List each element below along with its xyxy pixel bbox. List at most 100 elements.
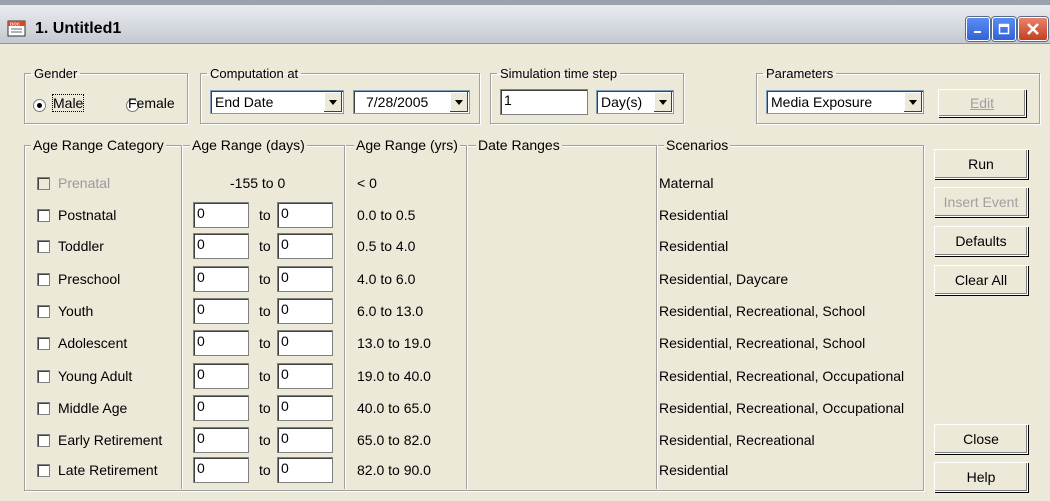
chevron-down-icon[interactable] — [449, 92, 468, 112]
row-checkbox-early-retirement[interactable] — [37, 434, 50, 447]
row-yrs: 19.0 to 40.0 — [357, 368, 431, 384]
edit-label: Edit — [969, 95, 995, 111]
row-yrs: 6.0 to 13.0 — [357, 303, 424, 319]
maximize-button[interactable] — [992, 17, 1016, 41]
minimize-button[interactable] — [966, 17, 990, 41]
computation-date-value: 7/28/2005 — [366, 94, 429, 110]
row-scenarios: Residential, Recreational, School — [659, 303, 866, 319]
row-category-label: Preschool — [58, 271, 121, 287]
row-category-label: Middle Age — [58, 400, 128, 416]
row-checkbox-prenatal[interactable] — [37, 177, 50, 190]
row-to-input[interactable]: 0 — [277, 202, 333, 228]
help-label: Help — [966, 469, 996, 485]
row-to-input[interactable]: 0 — [277, 266, 333, 292]
clear-all-label: Clear All — [954, 272, 1008, 288]
row-to-label: to — [259, 400, 271, 416]
row-scenarios: Residential — [659, 238, 729, 254]
chevron-down-icon[interactable] — [323, 92, 342, 112]
column-divider — [344, 145, 345, 489]
edit-button[interactable]: Edit — [938, 89, 1026, 117]
title-bar[interactable]: DOC 1. Untitled1 — [0, 5, 1050, 44]
row-days-text: -155 to 0 — [230, 175, 286, 191]
close-window-button[interactable] — [1018, 17, 1048, 41]
row-from-input[interactable]: 0 — [193, 427, 249, 453]
row-category-label: Young Adult — [58, 368, 133, 384]
male-radio[interactable] — [33, 99, 46, 113]
row-from-input[interactable]: 0 — [193, 298, 249, 324]
row-to-input[interactable]: 0 — [277, 395, 333, 421]
chevron-down-icon[interactable] — [903, 92, 922, 112]
close-icon — [1027, 23, 1039, 35]
maximize-icon — [998, 23, 1010, 35]
defaults-label: Defaults — [955, 233, 1007, 249]
row-to-label: to — [259, 462, 271, 478]
row-to-label: to — [259, 303, 271, 319]
header-dates: Date Ranges — [476, 137, 562, 153]
row-yrs: 82.0 to 90.0 — [357, 462, 431, 478]
row-scenarios: Residential, Recreational, Occupational — [659, 400, 905, 416]
svg-text:DOC: DOC — [10, 22, 21, 27]
header-yrs: Age Range (yrs) — [354, 137, 460, 153]
female-label[interactable]: Female — [128, 95, 175, 111]
help-button[interactable]: Help — [934, 462, 1028, 492]
row-to-input[interactable]: 0 — [277, 427, 333, 453]
parameters-select[interactable]: Media Exposure — [766, 90, 924, 114]
row-from-input[interactable]: 0 — [193, 266, 249, 292]
parameters-value: Media Exposure — [771, 94, 873, 110]
row-to-label: to — [259, 271, 271, 287]
row-to-input[interactable]: 0 — [277, 330, 333, 356]
row-checkbox-middle-age[interactable] — [37, 402, 50, 415]
row-yrs: 40.0 to 65.0 — [357, 400, 431, 416]
close-button[interactable]: Close — [934, 424, 1028, 454]
gender-legend: Gender — [34, 66, 78, 81]
row-checkbox-youth[interactable] — [37, 305, 50, 318]
timestep-unit-select[interactable]: Day(s) — [596, 90, 674, 114]
doc-window-icon[interactable]: DOC — [7, 19, 27, 39]
row-category-label: Late Retirement — [58, 462, 158, 478]
row-to-input[interactable]: 0 — [277, 457, 333, 483]
insert-event-button[interactable]: Insert Event — [934, 187, 1028, 217]
row-scenarios: Residential — [659, 462, 729, 478]
row-from-input[interactable]: 0 — [193, 330, 249, 356]
clear-all-button[interactable]: Clear All — [934, 265, 1028, 295]
row-to-label: to — [259, 432, 271, 448]
row-to-label: to — [259, 238, 271, 254]
header-category: Age Range Category — [31, 137, 166, 153]
row-to-input[interactable]: 0 — [277, 363, 333, 389]
row-checkbox-young-adult[interactable] — [37, 370, 50, 383]
male-label[interactable]: Male — [51, 94, 85, 112]
row-category-label: Postnatal — [58, 207, 117, 223]
chevron-down-icon[interactable] — [653, 92, 672, 112]
row-from-input[interactable]: 0 — [193, 363, 249, 389]
row-scenarios: Residential, Daycare — [659, 271, 789, 287]
timestep-legend: Simulation time step — [500, 66, 618, 81]
run-label: Run — [968, 156, 994, 172]
row-from-input[interactable]: 0 — [193, 202, 249, 228]
row-to-input[interactable]: 0 — [277, 298, 333, 324]
row-checkbox-toddler[interactable] — [37, 240, 50, 253]
computation-date-picker[interactable]: 7/28/2005 — [353, 90, 470, 114]
row-yrs: 13.0 to 19.0 — [357, 335, 431, 351]
computation-mode-select[interactable]: End Date — [210, 90, 344, 114]
row-checkbox-late-retirement[interactable] — [37, 464, 50, 477]
header-scenarios: Scenarios — [664, 137, 731, 153]
insert-event-label: Insert Event — [943, 194, 1019, 210]
row-to-label: to — [259, 335, 271, 351]
defaults-button[interactable]: Defaults — [934, 226, 1028, 256]
row-to-label: to — [259, 368, 271, 384]
row-yrs: 65.0 to 82.0 — [357, 432, 431, 448]
row-checkbox-preschool[interactable] — [37, 273, 50, 286]
row-scenarios: Residential — [659, 207, 729, 223]
row-from-input[interactable]: 0 — [193, 233, 249, 259]
run-button[interactable]: Run — [934, 149, 1028, 179]
header-days: Age Range (days) — [190, 137, 307, 153]
timestep-input[interactable]: 1 — [500, 89, 588, 115]
minimize-icon — [974, 31, 981, 33]
parameters-legend: Parameters — [766, 66, 834, 81]
row-from-input[interactable]: 0 — [193, 395, 249, 421]
row-checkbox-postnatal[interactable] — [37, 209, 50, 222]
row-checkbox-adolescent[interactable] — [37, 337, 50, 350]
row-yrs: 0.0 to 0.5 — [357, 207, 416, 223]
row-from-input[interactable]: 0 — [193, 457, 249, 483]
row-to-input[interactable]: 0 — [277, 233, 333, 259]
